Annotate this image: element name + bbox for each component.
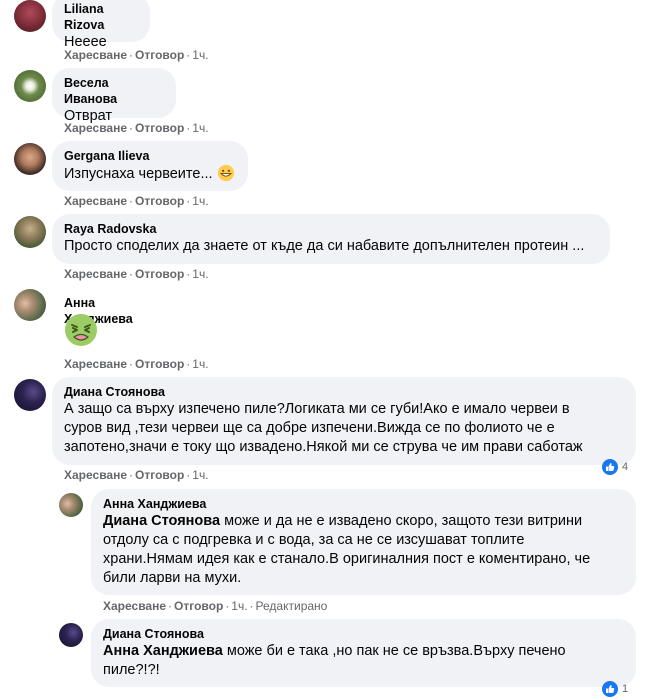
reaction-count-value: 1 xyxy=(622,683,629,695)
comment-text: Просто споделих да знаете от къде да си … xyxy=(64,238,585,254)
reply-button[interactable]: Отговор xyxy=(135,267,184,281)
timestamp[interactable]: 1ч. xyxy=(192,468,208,482)
reply-bubble: Анна Ханджиева Диана Стоянова може и да … xyxy=(91,489,636,595)
separator: · xyxy=(129,194,134,208)
comment-actions: Харесване · Отговор · 1ч. xyxy=(64,468,209,482)
reply-text-line: Анна Ханджиева може би е така ,но пак не… xyxy=(103,642,624,661)
timestamp[interactable]: 1ч. xyxy=(192,48,208,62)
avatar[interactable] xyxy=(59,493,83,517)
mention-link[interactable]: Анна Ханджиева xyxy=(103,643,223,659)
timestamp[interactable]: 1ч. xyxy=(192,194,208,208)
comment-bubble: Диана Стоянова А защо са върху изпечено … xyxy=(52,377,636,465)
comment-text-content: Изпуснаха червеите... xyxy=(64,166,213,182)
reply-text-line: пиле?!?! xyxy=(103,662,160,678)
reply-text-line: Диана Стоянова може и да не е извадено с… xyxy=(103,512,624,531)
reply-button[interactable]: Отговор xyxy=(135,194,184,208)
separator: · xyxy=(129,267,134,281)
comment-bubble: Raya Radovska Просто споделих да знаете … xyxy=(52,214,610,264)
reply-text-content: може и да не е извадено скоро, защото те… xyxy=(220,513,583,529)
reply-text-content: може би е така ,но пак не се връзва.Върх… xyxy=(222,643,566,659)
like-button[interactable]: Харесване xyxy=(103,599,166,613)
separator: · xyxy=(186,194,191,208)
reply-button[interactable]: Отговор xyxy=(135,468,184,482)
comment-actions: Харесване · Отговор · 1ч. xyxy=(64,48,209,62)
reply-button[interactable]: Отговор xyxy=(174,599,223,613)
separator: · xyxy=(249,599,254,613)
reply-author[interactable]: Диана Стоянова xyxy=(103,626,624,642)
avatar[interactable] xyxy=(59,623,83,647)
comment-author[interactable]: Liliana Rizova xyxy=(64,1,138,33)
separator: · xyxy=(186,267,191,281)
reply-actions: Харесване · Отговор · 1ч. · Редактирано xyxy=(103,599,327,613)
reply-button[interactable]: Отговор xyxy=(135,357,184,371)
separator: · xyxy=(168,599,173,613)
separator: · xyxy=(186,121,191,135)
reaction-count[interactable]: 1 xyxy=(602,680,628,698)
reply-text-line: храни.Нямам идея как е станало.В оригина… xyxy=(103,551,591,567)
reply-button[interactable]: Отговор xyxy=(135,121,184,135)
avatar[interactable] xyxy=(14,0,46,32)
separator: · xyxy=(129,357,134,371)
timestamp[interactable]: 1ч. xyxy=(192,267,208,281)
comment-text: Изпуснаха червеите... xyxy=(64,164,236,184)
separator: · xyxy=(225,599,230,613)
comment-author[interactable]: Весела Иванова xyxy=(64,75,164,107)
avatar[interactable] xyxy=(14,216,46,248)
edited-label[interactable]: Редактирано xyxy=(256,599,328,613)
separator: · xyxy=(129,468,134,482)
avatar[interactable] xyxy=(14,289,46,321)
separator: · xyxy=(129,48,134,62)
timestamp[interactable]: 1ч. xyxy=(231,599,247,613)
reply-text-line: били ларви на мухи. xyxy=(103,570,242,586)
reply-button[interactable]: Отговор xyxy=(135,48,184,62)
separator: · xyxy=(186,468,191,482)
separator: · xyxy=(186,48,191,62)
separator: · xyxy=(129,121,134,135)
reaction-count-value: 4 xyxy=(622,461,629,473)
like-button[interactable]: Харесване xyxy=(64,267,127,281)
separator: · xyxy=(186,357,191,371)
nauseated-face-emoji xyxy=(65,314,97,346)
comment-actions: Харесване · Отговор · 1ч. xyxy=(64,267,209,281)
comment-author[interactable]: Gergana Ilieva xyxy=(64,148,236,164)
comment-author[interactable]: Диана Стоянова xyxy=(64,384,624,400)
comment-actions: Харесване · Отговор · 1ч. xyxy=(64,357,209,371)
thumbs-up-icon xyxy=(602,681,618,697)
avatar[interactable] xyxy=(14,143,46,175)
reaction-count[interactable]: 4 xyxy=(602,458,628,476)
comment-text-line: А защо са върху изпечено пиле?Логиката м… xyxy=(64,401,570,417)
reply-author[interactable]: Анна Ханджиева xyxy=(103,496,624,512)
like-button[interactable]: Харесване xyxy=(64,121,127,135)
comment-bubble: Liliana Rizova Нееее xyxy=(52,0,150,50)
like-button[interactable]: Харесване xyxy=(64,357,127,371)
like-button[interactable]: Харесване xyxy=(64,194,127,208)
avatar[interactable] xyxy=(14,70,46,102)
reply-bubble: Диана Стоянова Анна Ханджиева може би е … xyxy=(91,619,636,687)
like-button[interactable]: Харесване xyxy=(64,48,127,62)
comment-text-line: запотено,значи е току що извадено.Някой … xyxy=(64,439,583,455)
comment-author[interactable]: Raya Radovska xyxy=(64,221,598,237)
thumbs-up-icon xyxy=(602,459,618,475)
timestamp[interactable]: 1ч. xyxy=(192,357,208,371)
like-button[interactable]: Харесване xyxy=(64,468,127,482)
comment-actions: Харесване · Отговор · 1ч. xyxy=(64,194,209,208)
grinning-face-emoji xyxy=(217,164,234,182)
reply-text-line: отдолу са с подгревка и с вода, за са не… xyxy=(103,532,525,548)
avatar[interactable] xyxy=(14,379,46,411)
comment-bubble: Gergana Ilieva Изпуснаха червеите... xyxy=(52,141,248,191)
mention-link[interactable]: Диана Стоянова xyxy=(103,513,220,529)
timestamp[interactable]: 1ч. xyxy=(192,121,208,135)
comment-bubble: Весела Иванова Отврат xyxy=(52,68,176,124)
comment-text-line: суров вид ,тези червеи ще са добре изпеч… xyxy=(64,420,555,436)
comment-actions: Харесване · Отговор · 1ч. xyxy=(64,121,209,135)
